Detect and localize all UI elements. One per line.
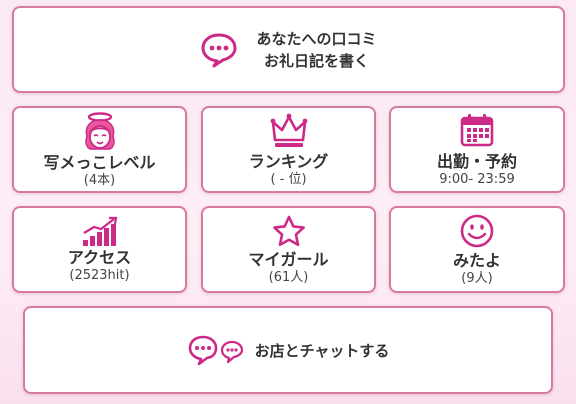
speech-bubble-dots-icon [201, 33, 237, 67]
double-speech-bubble-icon [188, 335, 243, 366]
tile-sub-label: (4本) [83, 173, 116, 188]
tile-schedule-reservation[interactable]: 出勤・予約 9:00- 23:59 [389, 106, 565, 193]
bar-chart-icon [82, 216, 117, 246]
smiley-icon [460, 214, 494, 248]
tile-access[interactable]: アクセス (2523hit) [12, 206, 187, 293]
tile-mitayo[interactable]: みたよ (9人) [389, 206, 565, 293]
chat-with-shop-button[interactable]: お店とチャットする [23, 306, 553, 394]
tile-label: みたよ [452, 251, 501, 270]
angel-girl-icon [84, 112, 115, 150]
tile-label: 出勤・予約 [436, 152, 517, 171]
tile-sub-label: ( - 位) [270, 172, 307, 187]
review-line-1: あなたへの口コミ [256, 29, 377, 48]
review-line-2: お礼日記を書く [263, 51, 369, 70]
calendar-icon [460, 114, 494, 147]
crown-icon [270, 113, 307, 147]
tile-sub-label: (61人) [268, 270, 309, 285]
tile-label: マイガール [248, 250, 329, 269]
tile-label: 写メっこレベル [43, 153, 156, 172]
chat-button-label: お店とチャットする [254, 341, 390, 360]
tile-sub-label: (9人) [461, 271, 493, 286]
tile-label: アクセス [67, 248, 132, 267]
tile-ranking[interactable]: ランキング ( - 位) [201, 106, 376, 193]
tile-photo-level[interactable]: 写メっこレベル (4本) [12, 106, 187, 193]
tile-my-girl[interactable]: マイガール (61人) [201, 206, 376, 293]
tile-sub-label: (2523hit) [69, 268, 130, 283]
tile-sub-label: 9:00- 23:59 [439, 172, 515, 187]
review-diary-button[interactable]: あなたへの口コミ お礼日記を書く [12, 6, 565, 93]
star-icon [272, 215, 305, 247]
tile-label: ランキング [248, 152, 329, 171]
